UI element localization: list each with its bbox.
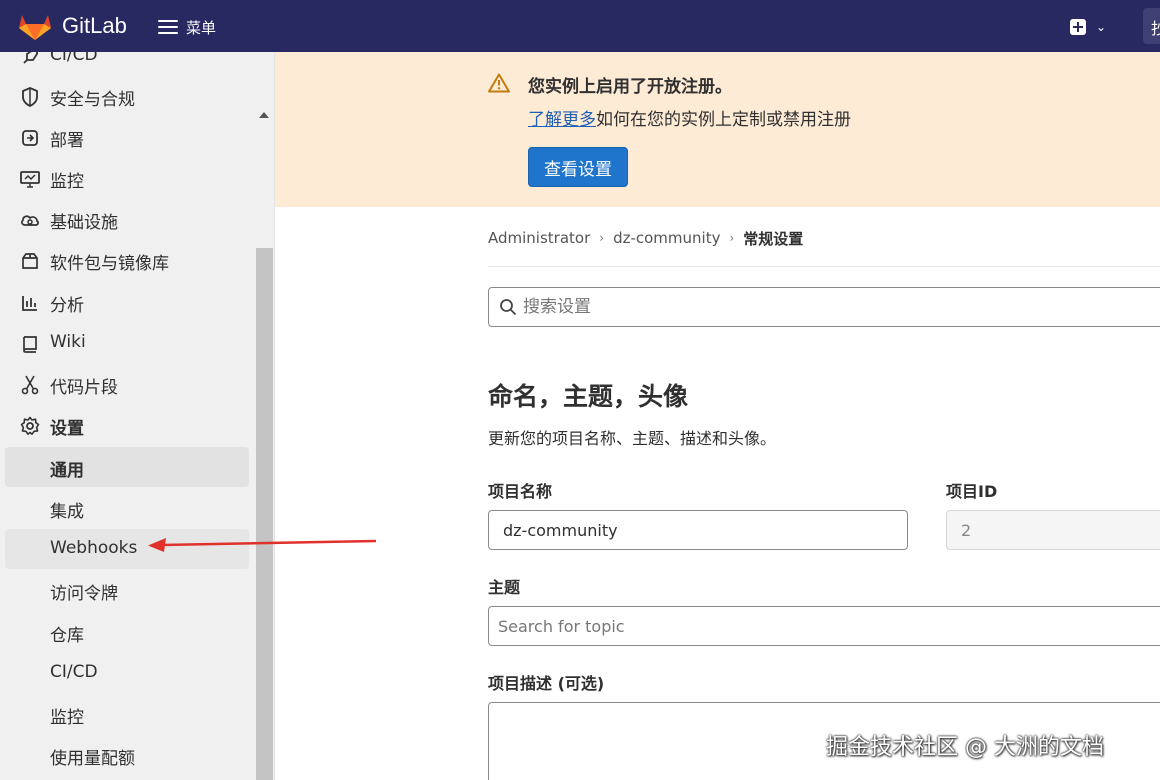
sidebar-subitem-label: 使用量配额 <box>50 749 135 769</box>
search-icon <box>500 299 517 316</box>
banner-title: 您实例上启用了开放注册。 <box>528 77 732 97</box>
banner-text: 了解更多如何在您的实例上定制或禁用注册 <box>528 105 851 130</box>
sidebar-subitem-label: Webhooks <box>50 538 138 558</box>
sidebar-subitem-label: 访问令牌 <box>50 584 118 604</box>
project-name-label: 项目名称 <box>488 482 553 501</box>
new-dropdown-button[interactable]: ⌄ <box>1070 14 1106 40</box>
sidebar-subitem-monitor[interactable]: 监控 <box>5 694 249 734</box>
section-description: 更新您的项目名称、主题、描述和头像。 <box>488 429 777 448</box>
sidebar-subitem-label: 监控 <box>50 708 84 728</box>
chevron-right-icon: › <box>599 231 605 245</box>
book-icon <box>20 334 40 354</box>
deploy-icon <box>20 128 40 148</box>
breadcrumb-item-admin[interactable]: Administrator <box>488 229 590 247</box>
plus-square-icon <box>1070 19 1086 35</box>
hamburger-icon <box>158 20 178 34</box>
warning-icon <box>488 73 510 93</box>
section-title: 命名，主题，头像 <box>488 382 689 411</box>
gitlab-logo-icon[interactable] <box>18 11 52 41</box>
shield-icon <box>20 87 40 107</box>
sidebar: CI/CD 安全与合规 部署 监控 基础设施 软件包与镜像库 分析 Wiki 代… <box>0 52 275 780</box>
sidebar-item-security[interactable]: 安全与合规 <box>0 76 250 116</box>
watermark: 掘金技术社区 @ 大洲的文档 <box>826 735 1104 760</box>
sidebar-item-label: 基础设施 <box>50 213 118 233</box>
chevron-down-icon: ⌄ <box>1096 20 1107 34</box>
sidebar-item-label: CI/CD <box>50 52 98 65</box>
menu-button[interactable]: 菜单 <box>158 14 216 40</box>
sidebar-item-infrastructure[interactable]: 基础设施 <box>0 199 250 239</box>
divider <box>488 266 1160 267</box>
scroll-up-arrow-icon[interactable] <box>259 112 269 118</box>
sidebar-item-label: 安全与合规 <box>50 90 135 110</box>
sidebar-item-label: 部署 <box>50 131 84 151</box>
sidebar-item-label: 软件包与镜像库 <box>50 254 169 274</box>
learn-more-link[interactable]: 了解更多 <box>528 110 596 130</box>
topic-field[interactable] <box>488 606 1160 646</box>
sidebar-subitem-access-tokens[interactable]: 访问令牌 <box>5 570 249 610</box>
chevron-right-icon: › <box>729 231 735 245</box>
top-navbar: GitLab 菜单 ⌄ 抄 <box>0 0 1160 52</box>
sidebar-subitem-integrations[interactable]: 集成 <box>5 488 249 528</box>
sidebar-item-snippets[interactable]: 代码片段 <box>0 364 250 404</box>
sidebar-item-monitor[interactable]: 监控 <box>0 158 250 198</box>
topic-label: 主题 <box>488 578 521 597</box>
scissors-icon <box>20 375 40 395</box>
sidebar-subitem-usage-quotas[interactable]: 使用量配额 <box>5 735 249 775</box>
top-search-button[interactable]: 抄 <box>1143 8 1160 44</box>
project-id-field <box>946 510 1160 550</box>
breadcrumb-item-current[interactable]: 常规设置 <box>743 228 803 249</box>
breadcrumb-item-project[interactable]: dz-community <box>613 229 720 247</box>
cloud-gear-icon <box>20 210 40 230</box>
sidebar-item-label: 分析 <box>50 296 84 316</box>
project-id-label: 项目ID <box>946 482 998 501</box>
sidebar-subitem-label: 通用 <box>50 461 84 481</box>
sidebar-subitem-cicd[interactable]: CI/CD <box>5 653 249 693</box>
sidebar-item-settings[interactable]: 设置 <box>0 405 250 445</box>
sidebar-item-analytics[interactable]: 分析 <box>0 282 250 322</box>
sidebar-item-label: 监控 <box>50 172 84 192</box>
sidebar-subitem-general[interactable]: 通用 <box>5 447 249 487</box>
sidebar-subitem-label: 集成 <box>50 502 84 522</box>
gear-icon <box>20 416 40 436</box>
project-description-label: 项目描述 (可选) <box>488 674 605 693</box>
menu-label: 菜单 <box>186 18 217 37</box>
rocket-icon <box>20 52 40 67</box>
topic-input[interactable] <box>498 614 1118 638</box>
sidebar-item-cicd[interactable]: CI/CD <box>0 52 250 76</box>
settings-search-input[interactable] <box>523 294 1123 320</box>
annotation-arrow-icon <box>148 538 377 552</box>
view-settings-button[interactable]: 查看设置 <box>528 147 628 187</box>
sidebar-scrollbar[interactable] <box>256 248 273 780</box>
sidebar-item-deploy[interactable]: 部署 <box>0 117 250 157</box>
settings-search-field[interactable] <box>488 287 1160 327</box>
breadcrumb: Administrator › dz-community › 常规设置 <box>488 228 803 248</box>
brand-name[interactable]: GitLab <box>62 13 127 39</box>
sidebar-item-packages[interactable]: 软件包与镜像库 <box>0 240 250 280</box>
project-name-input[interactable] <box>503 518 880 542</box>
sidebar-item-label: 代码片段 <box>50 378 118 398</box>
project-id-input <box>961 518 1160 542</box>
sidebar-subitem-repository[interactable]: 仓库 <box>5 612 249 652</box>
monitor-icon <box>20 169 40 189</box>
chart-icon <box>20 293 40 313</box>
sidebar-item-label: 设置 <box>50 419 84 439</box>
banner-text-rest: 如何在您的实例上定制或禁用注册 <box>596 110 851 130</box>
project-name-field[interactable] <box>488 510 908 550</box>
sidebar-item-label: Wiki <box>50 332 86 352</box>
sidebar-subitem-label: 仓库 <box>50 626 84 646</box>
sidebar-item-wiki[interactable]: Wiki <box>0 323 250 363</box>
sidebar-subitem-label: CI/CD <box>50 662 98 682</box>
package-icon <box>20 251 40 271</box>
